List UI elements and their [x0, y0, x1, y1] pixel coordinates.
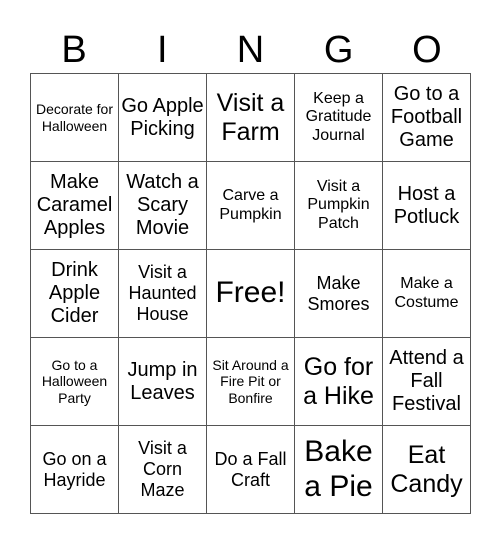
bingo-cell[interactable]: Carve a Pumpkin — [207, 162, 295, 250]
bingo-cell[interactable]: Go to a Halloween Party — [31, 338, 119, 426]
header-letter-i: I — [157, 29, 168, 71]
bingo-cell[interactable]: Drink Apple Cider — [31, 250, 119, 338]
bingo-cell[interactable]: Go for a Hike — [295, 338, 383, 426]
bingo-cell[interactable]: Do a Fall Craft — [207, 426, 295, 514]
bingo-cell[interactable]: Go Apple Picking — [119, 74, 207, 162]
bingo-cell[interactable]: Make Caramel Apples — [31, 162, 119, 250]
bingo-cell[interactable]: Visit a Haunted House — [119, 250, 207, 338]
bingo-cell[interactable]: Keep a Gratitude Journal — [295, 74, 383, 162]
header-letter-o: O — [412, 29, 442, 71]
bingo-cell[interactable]: Attend a Fall Festival — [383, 338, 471, 426]
bingo-header: B I N G O — [30, 28, 471, 72]
bingo-cell[interactable]: Sit Around a Fire Pit or Bonfire — [207, 338, 295, 426]
bingo-cell[interactable]: Jump in Leaves — [119, 338, 207, 426]
header-letter-n: N — [236, 29, 265, 71]
bingo-cell[interactable]: Visit a Pumpkin Patch — [295, 162, 383, 250]
bingo-cell[interactable]: Visit a Corn Maze — [119, 426, 207, 514]
bingo-cell[interactable]: Watch a Scary Movie — [119, 162, 207, 250]
bingo-cell[interactable]: Eat Candy — [383, 426, 471, 514]
free-space-cell[interactable]: Free! — [207, 250, 295, 338]
bingo-cell[interactable]: Host a Potluck — [383, 162, 471, 250]
bingo-cell[interactable]: Decorate for Halloween — [31, 74, 119, 162]
bingo-cell[interactable]: Go on a Hayride — [31, 426, 119, 514]
bingo-cell[interactable]: Bake a Pie — [295, 426, 383, 514]
bingo-cell[interactable]: Go to a Football Game — [383, 74, 471, 162]
bingo-grid: Decorate for Halloween Go Apple Picking … — [30, 73, 471, 514]
header-letter-g: G — [323, 29, 354, 71]
bingo-cell[interactable]: Visit a Farm — [207, 74, 295, 162]
bingo-cell[interactable]: Make a Costume — [383, 250, 471, 338]
bingo-cell[interactable]: Make Smores — [295, 250, 383, 338]
header-letter-b: B — [61, 29, 87, 71]
